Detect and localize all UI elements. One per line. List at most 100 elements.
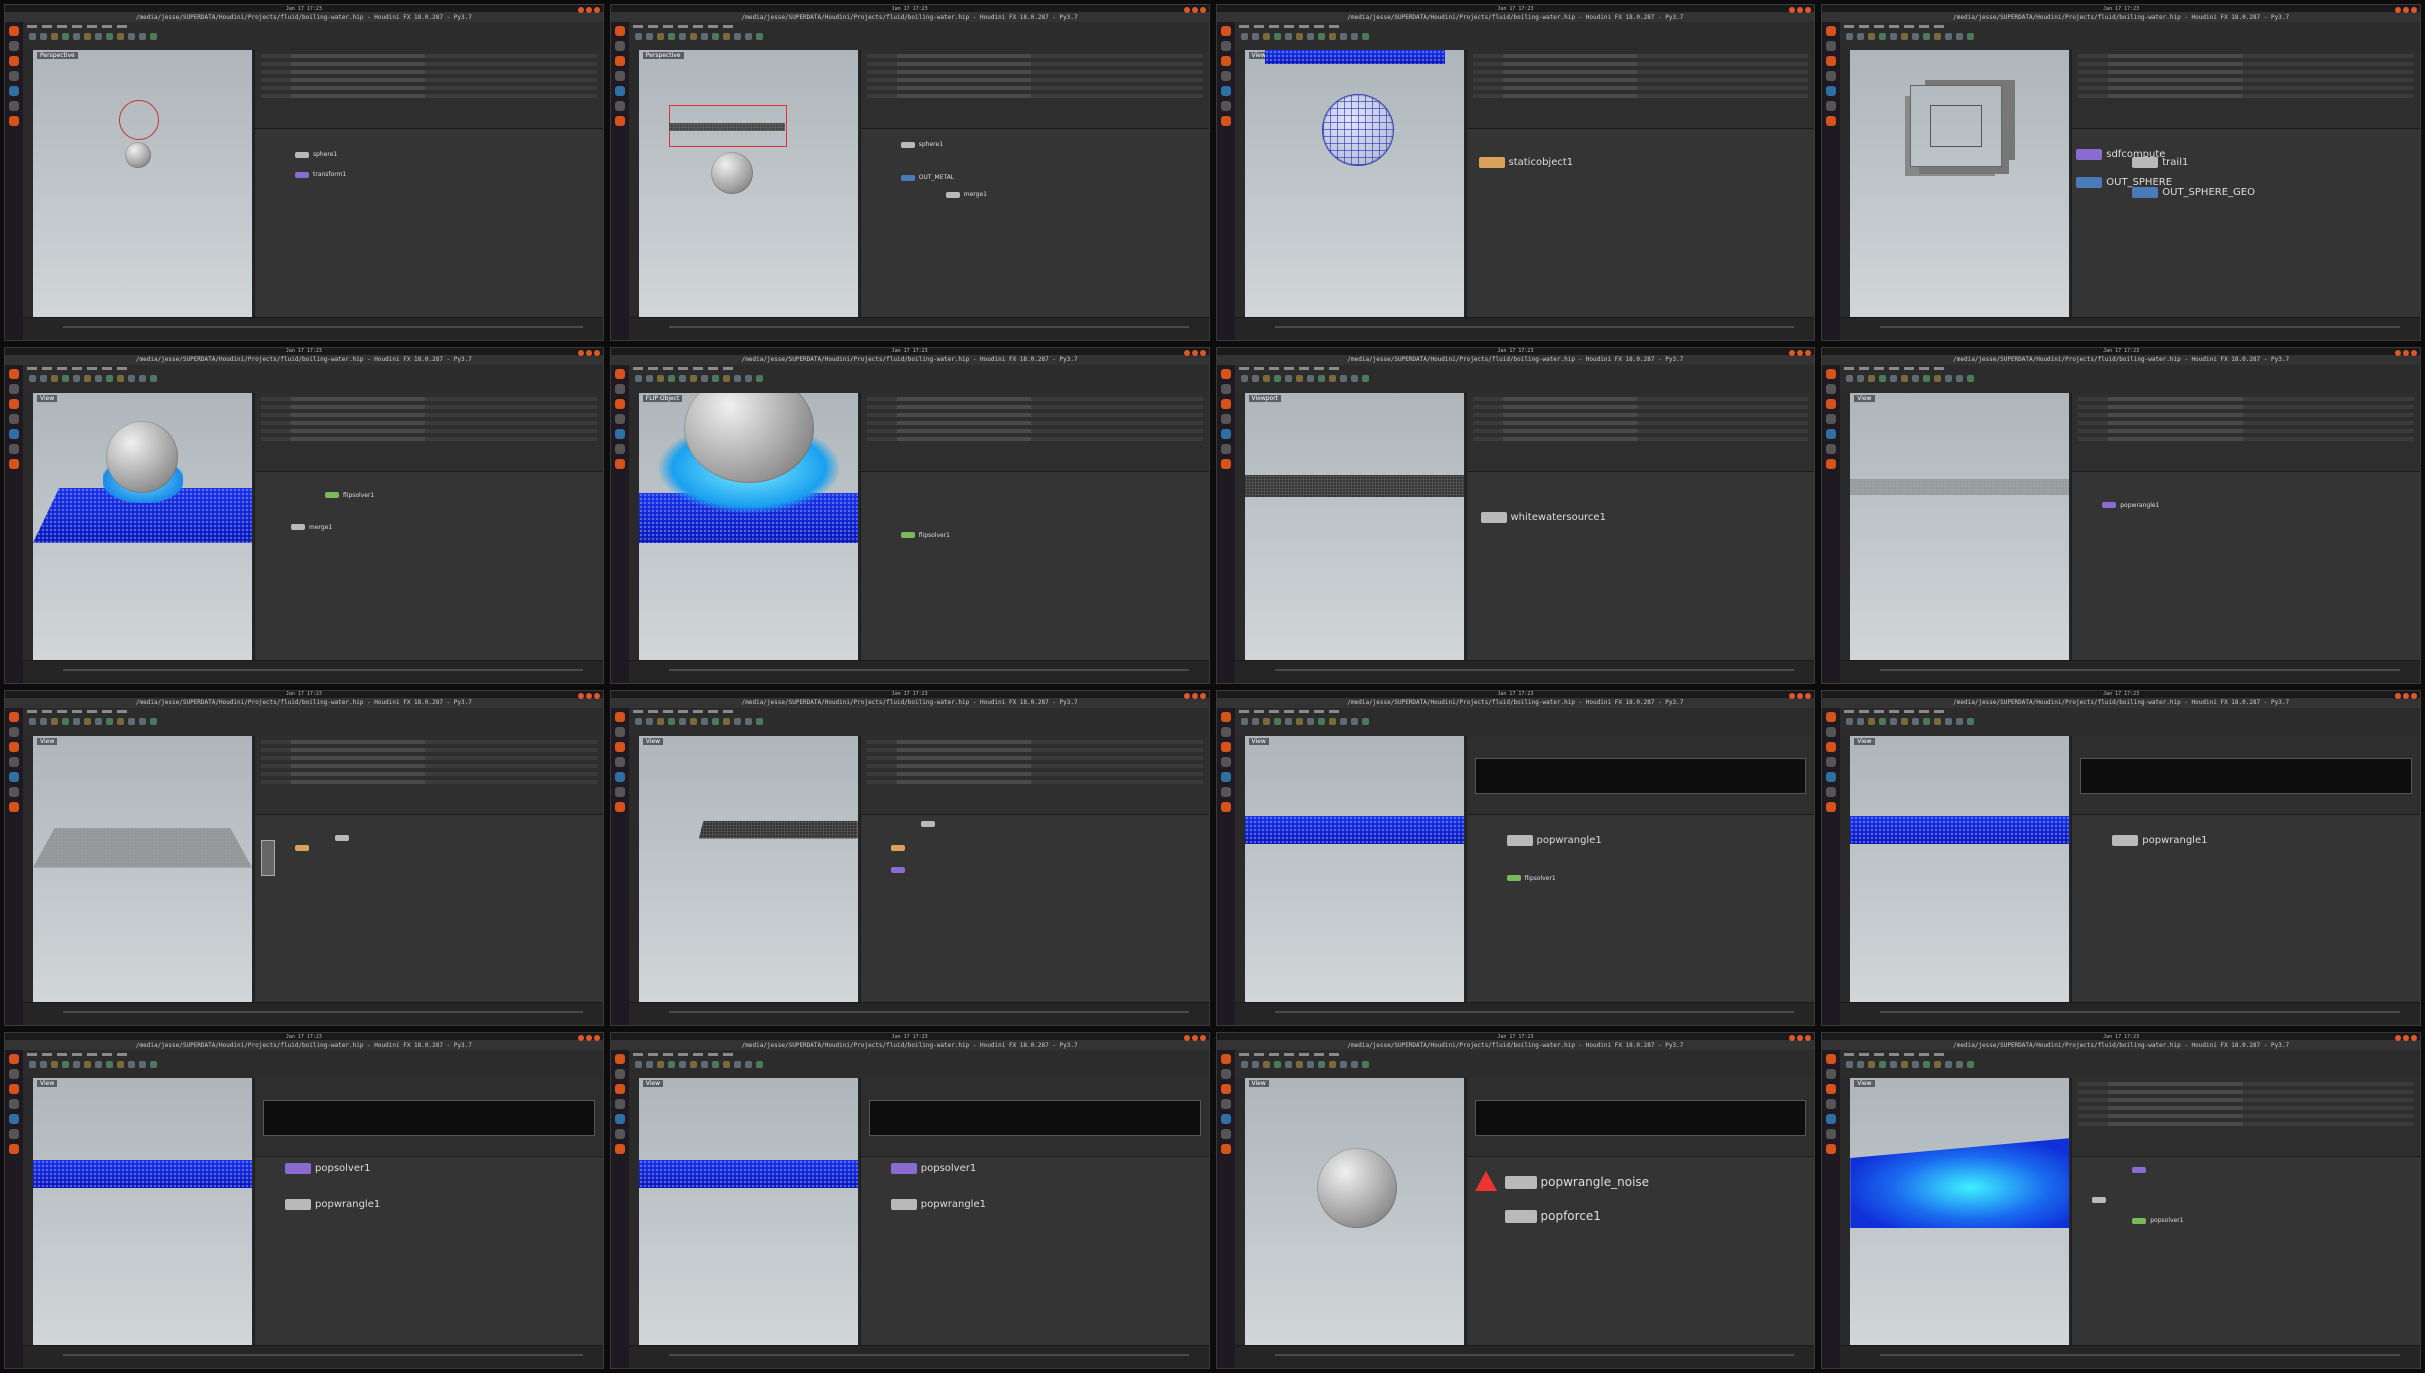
sphere-object[interactable] [125, 142, 151, 168]
playbar[interactable] [1234, 659, 1815, 683]
app-launcher[interactable] [1216, 707, 1235, 1026]
viewport-toolbar[interactable] [628, 1078, 639, 1346]
network-node[interactable]: sphere1 [295, 151, 337, 158]
network-node[interactable]: flipsolver1 [1506, 875, 1556, 882]
playbar[interactable] [1840, 1345, 2420, 1368]
viewport-toolbar[interactable] [1840, 735, 1851, 1004]
network-node[interactable]: merge1 [945, 191, 987, 198]
parameter-panel[interactable] [1465, 50, 1815, 128]
window-controls[interactable] [577, 692, 600, 699]
parameter-panel[interactable] [254, 50, 603, 128]
scene-viewport[interactable]: View [1850, 735, 2070, 1004]
viewport-toolbar[interactable] [23, 392, 33, 661]
playbar[interactable] [628, 316, 1209, 340]
app-launcher[interactable] [1216, 364, 1235, 683]
network-node[interactable]: popwrangle_noise [1504, 1175, 1649, 1189]
viewport-toolbar[interactable] [1840, 50, 1851, 318]
window-controls[interactable] [1183, 1035, 1206, 1042]
network-editor[interactable]: whitewatersource1 [1465, 470, 1815, 661]
viewport-toolbar[interactable] [628, 735, 639, 1004]
scene-viewport[interactable]: View [33, 392, 252, 661]
network-editor[interactable] [254, 813, 603, 1004]
app-launcher[interactable] [610, 707, 629, 1026]
network-node[interactable] [890, 844, 905, 851]
app-launcher[interactable] [1822, 364, 1841, 683]
scene-viewport[interactable]: View [1244, 50, 1464, 318]
viewport-toolbar[interactable] [23, 50, 33, 318]
network-node[interactable]: popwrangle1 [2102, 502, 2159, 509]
network-editor[interactable]: flipsolver1 [859, 470, 1209, 661]
network-node[interactable] [2132, 1167, 2147, 1174]
app-launcher[interactable] [5, 364, 23, 683]
parameter-panel[interactable] [1465, 1078, 1815, 1157]
network-editor[interactable]: popsolver1 [2071, 1156, 2420, 1346]
network-node[interactable]: popwrangle1 [2112, 834, 2207, 846]
network-node[interactable]: flipsolver1 [325, 492, 374, 499]
app-launcher[interactable] [5, 22, 23, 340]
network-editor[interactable]: staticobject1 [1465, 128, 1815, 318]
scene-viewport[interactable]: View [1244, 735, 1464, 1004]
playbar[interactable] [1840, 1002, 2420, 1026]
network-node[interactable] [335, 834, 349, 841]
network-node[interactable]: staticobject1 [1478, 157, 1573, 168]
playbar[interactable] [1234, 1002, 1815, 1026]
network-editor[interactable] [859, 813, 1209, 1004]
vex-code-editor[interactable] [2080, 757, 2412, 794]
parameter-panel[interactable] [859, 392, 1209, 471]
parameter-panel[interactable] [859, 1078, 1209, 1157]
app-launcher[interactable] [1822, 22, 1841, 340]
viewport-toolbar[interactable] [1234, 50, 1245, 318]
scene-viewport[interactable]: FLIP Object [638, 392, 858, 661]
scene-viewport[interactable] [1850, 50, 2070, 318]
scene-viewport[interactable]: View [638, 735, 858, 1004]
window-controls[interactable] [2395, 7, 2417, 13]
network-node[interactable] [261, 839, 275, 876]
sphere-object[interactable] [710, 152, 753, 194]
window-controls[interactable] [2395, 692, 2417, 699]
network-node[interactable]: popforce1 [1504, 1209, 1601, 1223]
network-node[interactable]: transform1 [295, 171, 346, 178]
vex-code-editor[interactable] [1474, 757, 1807, 794]
app-launcher[interactable] [610, 22, 629, 340]
window-controls[interactable] [2395, 349, 2417, 356]
transform-handle[interactable] [119, 100, 159, 140]
parameter-panel[interactable] [2071, 50, 2420, 128]
app-launcher[interactable] [610, 1050, 629, 1368]
network-node[interactable]: flipsolver1 [900, 532, 950, 539]
parameter-panel[interactable] [2071, 392, 2420, 471]
viewport-toolbar[interactable] [628, 392, 639, 661]
network-node[interactable]: popsolver1 [285, 1163, 370, 1175]
viewport-toolbar[interactable] [1234, 392, 1245, 661]
scene-viewport[interactable]: View [33, 1078, 252, 1346]
scene-viewport[interactable]: Perspective [33, 50, 252, 318]
network-node[interactable]: popwrangle1 [285, 1199, 380, 1211]
playbar[interactable] [1234, 316, 1815, 340]
playbar[interactable] [1234, 1345, 1815, 1368]
network-node[interactable] [890, 866, 905, 873]
parameter-panel[interactable] [2071, 735, 2420, 814]
network-editor[interactable]: popsolver1 popwrangle1 [254, 1156, 603, 1346]
network-editor[interactable]: sphere1 OUT_METAL merge1 [859, 128, 1209, 318]
viewport-toolbar[interactable] [1840, 392, 1851, 661]
window-controls[interactable] [1789, 349, 1812, 356]
wireframe-sphere[interactable] [1321, 94, 1394, 166]
app-launcher[interactable] [5, 1050, 23, 1368]
parameter-panel[interactable] [2071, 1078, 2420, 1157]
window-controls[interactable] [577, 7, 600, 13]
vex-code-editor[interactable] [263, 1100, 595, 1137]
network-node[interactable]: merge1 [291, 524, 332, 531]
app-launcher[interactable] [1216, 22, 1235, 340]
playbar[interactable] [23, 1345, 603, 1368]
network-node[interactable]: OUT_SPHERE_GEO [2132, 187, 2255, 198]
app-launcher[interactable] [1822, 707, 1841, 1026]
playbar[interactable] [628, 1345, 1209, 1368]
viewport-toolbar[interactable] [1234, 735, 1245, 1004]
scene-viewport[interactable]: View [33, 735, 252, 1004]
playbar[interactable] [1840, 659, 2420, 683]
playbar[interactable] [628, 659, 1209, 683]
parameter-panel[interactable] [254, 1078, 603, 1157]
network-node[interactable]: popsolver1 [890, 1163, 976, 1175]
app-launcher[interactable] [5, 707, 23, 1026]
network-editor[interactable]: popwrangle_noise popforce1 [1465, 1156, 1815, 1346]
window-controls[interactable] [577, 1035, 600, 1042]
